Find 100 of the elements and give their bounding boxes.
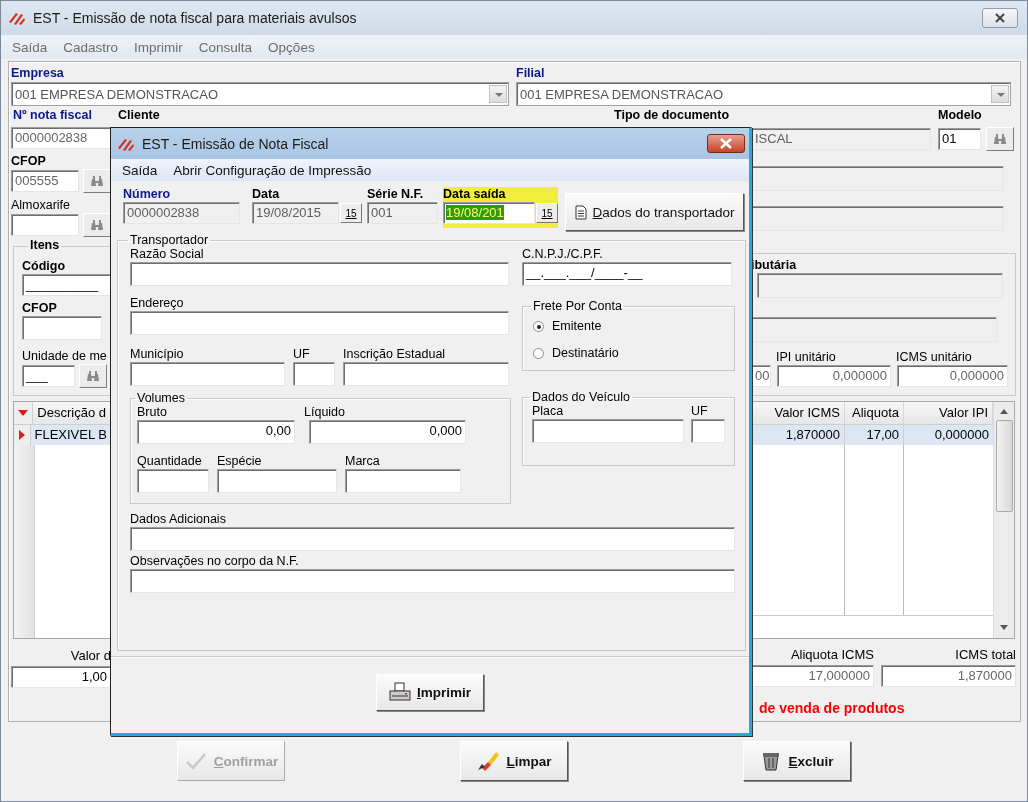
text-field[interactable]: 005555 xyxy=(11,170,79,192)
text-field[interactable]: 0,000000 xyxy=(777,365,891,387)
field-label: ICMS total xyxy=(954,647,1016,663)
text-field[interactable] xyxy=(22,316,102,340)
text-field[interactable] xyxy=(343,362,509,386)
text-field[interactable]: 0,000000 xyxy=(897,365,1008,387)
print-button[interactable]: Imprimir xyxy=(376,673,484,711)
warning-text: de venda de produtos xyxy=(759,700,906,716)
text-field[interactable] xyxy=(130,569,735,593)
field-label: Município xyxy=(130,347,185,362)
field-label: Bruto xyxy=(137,405,168,420)
field-label: Tipo de documento xyxy=(614,108,731,123)
sort-triangle-icon xyxy=(17,409,30,417)
binoculars-icon xyxy=(86,370,100,382)
close-icon xyxy=(994,13,1006,23)
group-title: Transportador xyxy=(129,233,210,247)
text-field[interactable]: ___ xyxy=(22,365,75,387)
menu-item[interactable]: Cadastro xyxy=(55,39,127,55)
text-field[interactable] xyxy=(757,273,1003,298)
radio-label[interactable]: Emitente xyxy=(552,319,602,334)
text-field[interactable] xyxy=(130,362,285,386)
menu-item[interactable]: Abrir Configuração de Impressão xyxy=(165,162,380,178)
text-field[interactable] xyxy=(293,362,335,386)
text-field[interactable]: 17,000000 xyxy=(751,665,874,687)
text-field[interactable] xyxy=(691,419,725,443)
scrollbar[interactable] xyxy=(993,402,1014,638)
field-label: Data xyxy=(252,187,281,202)
field-label: Unidade de me xyxy=(22,349,108,364)
text-field[interactable] xyxy=(137,469,209,493)
field-label: UF xyxy=(691,404,708,419)
dropdown-field[interactable]: 001 EMPRESA DEMONSTRACAO xyxy=(516,82,1011,106)
field-label: UF xyxy=(293,347,311,362)
group-title: Itens xyxy=(28,238,62,252)
menu-item[interactable]: Saída xyxy=(4,39,56,55)
text-field[interactable] xyxy=(217,469,337,493)
field-label: C.N.P.J./C.P.F. xyxy=(522,247,604,262)
field-label: Modelo xyxy=(938,108,982,123)
scroll-down-icon[interactable] xyxy=(1000,625,1008,630)
scroll-up-icon[interactable] xyxy=(1000,409,1008,414)
text-field[interactable] xyxy=(11,214,79,236)
radio-button[interactable] xyxy=(533,348,544,359)
binoculars-icon xyxy=(90,219,104,231)
field-label: Cliente xyxy=(118,108,161,123)
text-field[interactable]: ISCAL xyxy=(751,128,931,150)
menu-item[interactable]: Consulta xyxy=(190,39,261,55)
group-title: Dados do Veículo xyxy=(531,390,631,404)
field-label: ibutária xyxy=(751,258,798,273)
calendar-button[interactable]: 15 xyxy=(536,203,558,223)
field-label: Aliquota ICMS xyxy=(789,647,874,663)
field-label: Filial xyxy=(516,66,546,81)
text-field[interactable]: 0000002838 xyxy=(11,127,111,149)
search-button[interactable] xyxy=(83,169,111,193)
document-icon xyxy=(574,204,587,220)
row-pointer-icon xyxy=(17,429,26,441)
text-field[interactable] xyxy=(751,206,1004,231)
table-cell[interactable]: FLEXIVEL B xyxy=(30,425,111,445)
text-field[interactable]: 00 xyxy=(751,365,771,387)
dropdown-field[interactable]: 001 EMPRESA DEMONSTRACAO xyxy=(11,82,509,106)
field-label: Código xyxy=(22,259,67,274)
text-field[interactable] xyxy=(751,317,997,342)
text-field[interactable] xyxy=(130,311,509,335)
column-header[interactable]: Aliquota xyxy=(845,402,904,424)
group-title: Frete Por Conta xyxy=(532,299,623,313)
text-field[interactable] xyxy=(130,527,735,551)
field-label: Líquido xyxy=(304,405,345,420)
text-field[interactable]: __.___.___/____-__ xyxy=(522,262,732,286)
transporter-button[interactable]: Dados do transportador xyxy=(565,193,744,231)
field-label: Observações no corpo da N.F. xyxy=(130,554,300,569)
text-field[interactable]: 1,870000 xyxy=(881,665,1016,687)
text-field[interactable]: 1,00 xyxy=(11,666,111,688)
field-label: Razão Social xyxy=(130,247,205,262)
window-title: EST - Emissão de nota fiscal para materiais avulsos xyxy=(33,10,357,26)
field-label: CFOP xyxy=(11,154,47,169)
text-field[interactable] xyxy=(751,166,1004,191)
field-label: Endereço xyxy=(130,296,185,311)
text-field[interactable] xyxy=(345,469,461,493)
binoculars-icon xyxy=(90,175,104,187)
menu-item[interactable]: Saída xyxy=(114,162,166,178)
text-field[interactable]: 01 xyxy=(938,128,981,150)
text-field[interactable]: 0,00 xyxy=(137,420,295,444)
table-cell[interactable]: 17,00 xyxy=(845,425,904,445)
search-button[interactable] xyxy=(83,213,111,237)
close-button[interactable] xyxy=(982,8,1018,28)
field-label: Empresa xyxy=(11,66,65,81)
table-cell[interactable]: 1,870000 xyxy=(751,425,845,445)
field-label: Inscrição Estadual xyxy=(343,347,446,362)
group-title: Volumes xyxy=(136,391,186,405)
menu-item[interactable]: Opções xyxy=(260,39,323,55)
close-button[interactable] xyxy=(707,134,745,153)
radio-button[interactable] xyxy=(533,321,544,332)
clear-button[interactable]: Limpar xyxy=(460,741,568,781)
menu-item[interactable]: Imprimir xyxy=(126,39,191,55)
text-field[interactable] xyxy=(532,419,684,443)
brush-icon xyxy=(476,750,501,772)
text-field[interactable] xyxy=(130,262,509,286)
table-cell[interactable]: 0,000000 xyxy=(904,425,993,445)
text-field[interactable]: 0,000 xyxy=(309,420,466,444)
app-logo-icon xyxy=(7,10,27,26)
delete-button[interactable]: Excluir xyxy=(743,741,851,781)
radio-label[interactable]: Destinatário xyxy=(552,346,619,361)
